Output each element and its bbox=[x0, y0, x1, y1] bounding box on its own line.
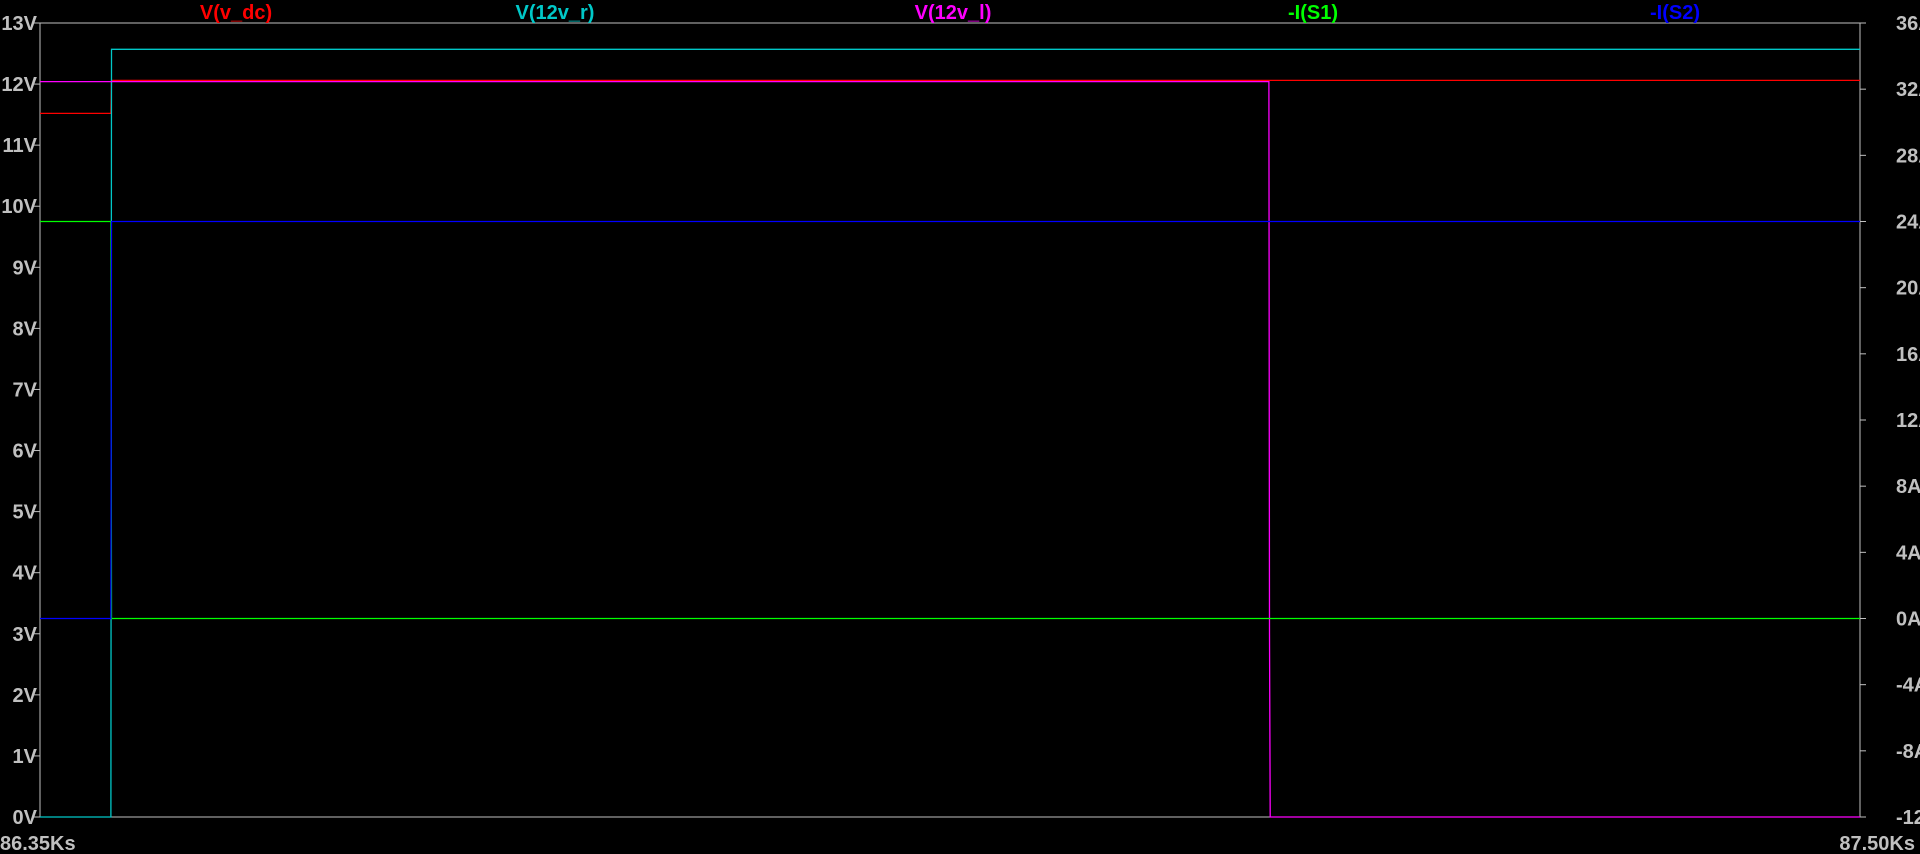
right-tick-label: 8A bbox=[1896, 476, 1920, 498]
right-tick-label: -8A bbox=[1896, 741, 1920, 763]
legend-label[interactable]: V(12v_l) bbox=[915, 2, 992, 24]
left-tick-label: 5V bbox=[13, 502, 38, 524]
x-tick-label-end: 87.50Ks bbox=[1839, 833, 1915, 854]
left-axis-ticks: 0V 1V 2V 3V 4V 5V 6V 7V 8V 9V 10V 11V 12V 13V bbox=[1, 13, 40, 829]
left-tick-label: 9V bbox=[13, 257, 38, 279]
right-tick-label: 36A bbox=[1896, 13, 1920, 35]
right-tick-label: -12A bbox=[1896, 807, 1920, 829]
left-tick-label: 11V bbox=[3, 135, 38, 157]
x-axis-ticks: 86.35Ks 87.50Ks bbox=[0, 833, 1915, 854]
x-tick-label-start: 86.35Ks bbox=[0, 833, 76, 854]
right-tick-label: 32A bbox=[1896, 79, 1920, 101]
trace-legend[interactable]: V(v_dc) V(12v_r) V(12v_l) -I(S1) -I(S2) bbox=[200, 2, 1700, 24]
left-tick-label: 10V bbox=[1, 196, 37, 218]
right-tick-label: 20A bbox=[1896, 278, 1920, 300]
trace-v-12v-r bbox=[40, 48, 1860, 818]
left-tick-label: 7V bbox=[13, 379, 38, 401]
left-tick-label: 3V bbox=[13, 624, 38, 646]
left-tick-label: 1V bbox=[13, 746, 38, 768]
right-axis-ticks: -12A -8A -4A 0A 4A 8A 12A 16A 20A 24A 28A 32A 36A bbox=[1860, 13, 1920, 829]
legend-label[interactable]: -I(S1) bbox=[1288, 2, 1338, 24]
left-tick-label: 2V bbox=[13, 685, 38, 707]
left-tick-label: 4V bbox=[13, 563, 38, 585]
right-tick-label: 28A bbox=[1896, 145, 1920, 167]
left-tick-label: 8V bbox=[13, 318, 38, 340]
trace-v-v-dc bbox=[40, 79, 1860, 115]
waveform-plot: 0V 1V 2V 3V 4V 5V 6V 7V 8V 9V 10V 11V 12V 13V -12A -8A… bbox=[0, 2, 1920, 854]
left-tick-label: 12V bbox=[1, 74, 37, 96]
left-tick-label: 13V bbox=[1, 13, 37, 35]
right-tick-label: 16A bbox=[1896, 344, 1920, 366]
left-tick-label: 0V bbox=[13, 807, 38, 829]
legend-label[interactable]: V(v_dc) bbox=[200, 2, 272, 24]
right-tick-label: -4A bbox=[1896, 675, 1920, 697]
trace-v-12v-l bbox=[40, 80, 1860, 818]
trace-i-s1 bbox=[40, 220, 1860, 620]
left-tick-label: 6V bbox=[13, 441, 38, 463]
plot-axes bbox=[39, 22, 1861, 818]
trace-lines bbox=[40, 48, 1860, 818]
right-tick-label: 12A bbox=[1896, 410, 1920, 432]
legend-label[interactable]: -I(S2) bbox=[1650, 2, 1700, 24]
plot-frame bbox=[39, 22, 1861, 818]
legend-label[interactable]: V(12v_r) bbox=[516, 2, 595, 24]
right-tick-label: 4A bbox=[1896, 542, 1920, 564]
right-tick-label: 24A bbox=[1896, 212, 1920, 234]
right-tick-label: 0A bbox=[1896, 609, 1920, 631]
trace-i-s2 bbox=[40, 220, 1860, 620]
